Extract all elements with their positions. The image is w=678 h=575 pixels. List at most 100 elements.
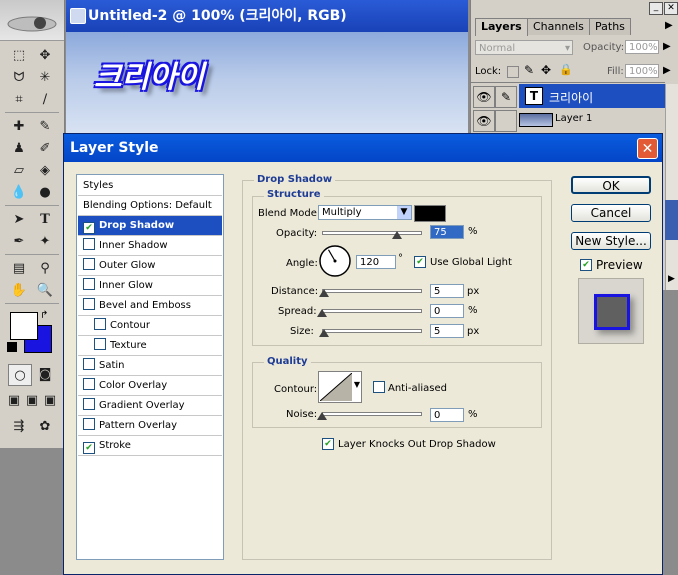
style-list-item[interactable]: Pattern Overlay: [78, 416, 222, 436]
style-list-item[interactable]: Gradient Overlay: [78, 396, 222, 416]
size-field[interactable]: 5: [430, 324, 464, 338]
style-checkbox[interactable]: [83, 398, 95, 410]
blend-mode-dropdown[interactable]: Multiply ▼: [318, 205, 412, 220]
layer-fill-field[interactable]: 100%: [625, 64, 659, 78]
zoom-tool-icon[interactable]: 🔍: [34, 280, 56, 300]
distance-slider-thumb[interactable]: [319, 289, 329, 297]
hand-tool-icon[interactable]: ✋: [8, 280, 30, 300]
style-checkbox[interactable]: [83, 378, 95, 390]
style-list-item[interactable]: Color Overlay: [78, 376, 222, 396]
lock-all-icon[interactable]: 🔒: [559, 63, 573, 76]
minimize-icon[interactable]: _: [649, 2, 663, 15]
screen-mode-standard-icon[interactable]: ▣: [6, 390, 22, 410]
spread-slider[interactable]: [322, 309, 422, 313]
angle-field[interactable]: 120: [356, 255, 396, 269]
style-checkbox[interactable]: [83, 238, 95, 250]
noise-slider[interactable]: [322, 412, 422, 416]
preview-checkbox[interactable]: ✔: [580, 259, 592, 271]
paint-bucket-tool-icon[interactable]: ◈: [34, 160, 56, 180]
style-list-item[interactable]: Inner Glow: [78, 276, 222, 296]
ok-button[interactable]: OK: [571, 176, 651, 194]
imageready-icon[interactable]: ✿: [34, 416, 56, 436]
custom-shape-tool-icon[interactable]: ✦: [34, 231, 56, 251]
distance-field[interactable]: 5: [430, 284, 464, 298]
history-brush-tool-icon[interactable]: ✐: [34, 138, 56, 158]
cancel-button[interactable]: Cancel: [571, 204, 651, 222]
fill-arrow-icon[interactable]: ▶: [663, 65, 671, 76]
distance-slider[interactable]: [322, 289, 422, 293]
layer-row-selected[interactable]: 👁 ✎ T 크리아이: [471, 84, 665, 108]
style-list-item[interactable]: Blending Options: Default: [78, 196, 222, 216]
magic-wand-tool-icon[interactable]: ✳: [34, 67, 56, 87]
size-slider-thumb[interactable]: [319, 329, 329, 337]
layers-scrollbar[interactable]: ▶: [665, 84, 678, 290]
brush-tool-icon[interactable]: ✎: [34, 116, 56, 136]
style-checkbox[interactable]: [83, 418, 95, 430]
dodge-tool-icon[interactable]: ●: [34, 182, 56, 202]
pen-tool-icon[interactable]: ✒: [8, 231, 30, 251]
notes-tool-icon[interactable]: ▤: [8, 258, 30, 278]
anti-aliased-checkbox[interactable]: [373, 381, 385, 393]
eyedropper-tool-icon[interactable]: ⚲: [34, 258, 56, 278]
lock-transparency-icon[interactable]: [507, 66, 519, 78]
size-slider[interactable]: [322, 329, 422, 333]
default-colors-icon[interactable]: [7, 342, 17, 352]
marquee-tool-icon[interactable]: ⬚: [8, 45, 30, 65]
tab-paths[interactable]: Paths: [589, 18, 631, 35]
style-list-item[interactable]: Texture: [78, 336, 222, 356]
style-list-item[interactable]: ✔ Drop Shadow: [78, 216, 222, 236]
use-global-light-checkbox[interactable]: ✔: [414, 256, 426, 268]
document-canvas[interactable]: 크리아이: [66, 32, 468, 135]
type-tool-icon[interactable]: T: [34, 209, 56, 229]
move-tool-icon[interactable]: ✥: [34, 45, 56, 65]
style-list-item[interactable]: Outer Glow: [78, 256, 222, 276]
standard-mode-icon[interactable]: ○: [8, 364, 32, 386]
link-slot[interactable]: [495, 110, 517, 132]
style-checkbox[interactable]: ✔: [83, 442, 95, 454]
path-selection-tool-icon[interactable]: ➤: [8, 209, 30, 229]
noise-field[interactable]: 0: [430, 408, 464, 422]
opacity-arrow-icon[interactable]: ▶: [663, 41, 671, 52]
clone-stamp-tool-icon[interactable]: ♟: [8, 138, 30, 158]
style-checkbox[interactable]: [94, 338, 106, 350]
visibility-eye-icon[interactable]: 👁: [473, 86, 495, 108]
lasso-tool-icon[interactable]: ᗢ: [8, 67, 30, 87]
opacity-field[interactable]: 75: [430, 225, 464, 239]
style-checkbox[interactable]: [94, 318, 106, 330]
screen-mode-full-menu-icon[interactable]: ▣: [24, 390, 40, 410]
blur-tool-icon[interactable]: 💧: [8, 182, 30, 202]
layer-row[interactable]: 👁 Layer 1: [471, 108, 665, 132]
style-list-item[interactable]: Contour: [78, 316, 222, 336]
crop-tool-icon[interactable]: ⌗: [8, 89, 30, 109]
blend-mode-select[interactable]: Normal ▾: [475, 40, 573, 55]
lock-position-icon[interactable]: ✥: [541, 63, 551, 77]
eraser-tool-icon[interactable]: ▱: [8, 160, 30, 180]
tab-channels[interactable]: Channels: [527, 18, 590, 35]
style-checkbox[interactable]: [83, 258, 95, 270]
close-icon[interactable]: ✕: [637, 138, 658, 159]
style-checkbox[interactable]: [83, 278, 95, 290]
style-checkbox[interactable]: ✔: [83, 222, 95, 234]
visibility-eye-icon[interactable]: 👁: [473, 110, 495, 132]
close-icon[interactable]: ✕: [664, 2, 678, 15]
brush-link-icon[interactable]: ✎: [495, 86, 517, 108]
style-list-item[interactable]: Satin: [78, 356, 222, 376]
noise-slider-thumb[interactable]: [317, 412, 327, 420]
style-list-item[interactable]: Styles: [78, 176, 222, 196]
new-style-button[interactable]: New Style...: [571, 232, 651, 250]
angle-dial-icon[interactable]: [318, 244, 352, 278]
spread-field[interactable]: 0: [430, 304, 464, 318]
style-list-item[interactable]: Inner Shadow: [78, 236, 222, 256]
quick-mask-mode-icon[interactable]: ◙: [34, 364, 56, 384]
opacity-slider[interactable]: [322, 231, 422, 235]
swap-colors-icon[interactable]: ↱: [40, 310, 48, 321]
layer-opacity-field[interactable]: 100%: [625, 40, 659, 54]
shadow-color-swatch[interactable]: [414, 205, 446, 222]
spread-slider-thumb[interactable]: [317, 309, 327, 317]
style-checkbox[interactable]: [83, 358, 95, 370]
style-list-item[interactable]: Bevel and Emboss: [78, 296, 222, 316]
panel-menu-arrow-icon[interactable]: ▶: [665, 20, 673, 31]
tab-layers[interactable]: Layers: [475, 18, 528, 36]
healing-brush-tool-icon[interactable]: ✚: [8, 116, 30, 136]
jump-to-imageready-icon[interactable]: ⇶: [8, 416, 30, 436]
